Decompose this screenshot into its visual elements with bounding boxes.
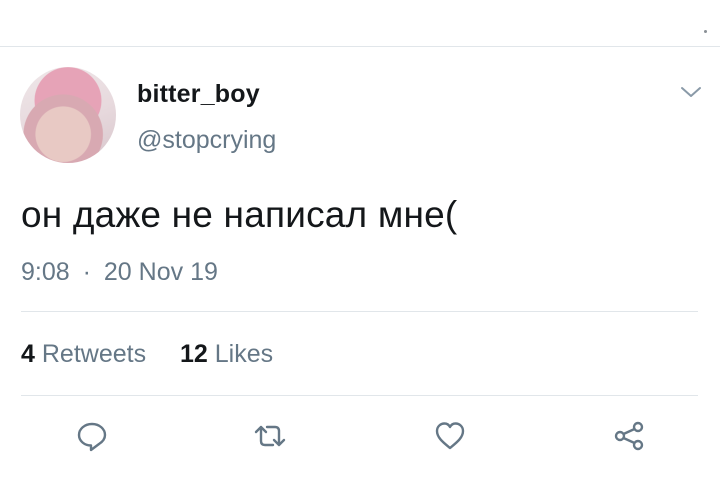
heart-icon xyxy=(435,422,465,450)
tweet-stats: 4 Retweets 12 Likes xyxy=(21,340,273,369)
likes-stat[interactable]: 12 Likes xyxy=(180,340,273,368)
retweets-count: 4 xyxy=(21,340,35,368)
divider xyxy=(21,311,698,312)
top-divider xyxy=(0,46,720,47)
meta-separator: · xyxy=(82,258,91,286)
share-button[interactable] xyxy=(609,418,649,454)
likes-label: Likes xyxy=(214,340,274,368)
chevron-down-icon[interactable] xyxy=(680,85,702,99)
reply-icon xyxy=(77,422,107,452)
status-dot xyxy=(704,30,707,33)
retweets-stat[interactable]: 4 Retweets xyxy=(21,340,153,368)
retweets-label: Retweets xyxy=(41,340,147,368)
divider xyxy=(21,395,698,396)
like-button[interactable] xyxy=(430,418,470,454)
likes-count: 12 xyxy=(179,340,208,368)
reply-button[interactable] xyxy=(72,418,112,454)
retweet-button[interactable] xyxy=(250,418,290,454)
tweet-date: 20 Nov 19 xyxy=(103,258,218,286)
tweet-timestamp[interactable]: 9:08 · 20 Nov 19 xyxy=(21,258,218,287)
tweet-time: 9:08 xyxy=(21,258,70,286)
retweet-icon xyxy=(254,425,286,447)
user-handle[interactable]: @stopcrying xyxy=(137,126,276,155)
display-name[interactable]: bitter_boy xyxy=(137,80,260,109)
avatar[interactable] xyxy=(20,67,116,163)
share-icon xyxy=(614,421,644,451)
tweet-text: он даже не написал мне( xyxy=(21,194,458,235)
